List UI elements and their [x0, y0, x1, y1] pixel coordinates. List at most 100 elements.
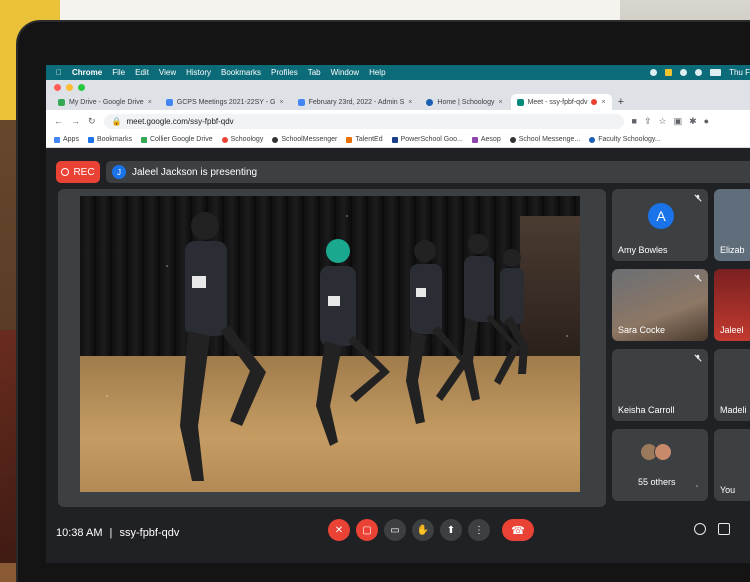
participant-name: Amy Bowles [618, 245, 668, 255]
menu-profiles[interactable]: Profiles [271, 68, 298, 77]
participant-tile[interactable]: A Amy Bowles [612, 189, 708, 261]
bookmark-collier-drive[interactable]: Collier Google Drive [140, 136, 213, 143]
tab-label: Meet - ssy-fpbf-qdv [527, 98, 588, 106]
bookmark-apps[interactable]: Apps [54, 136, 79, 143]
omnibox[interactable]: 🔒 meet.google.com/ssy-fpbf-qdv [103, 113, 624, 129]
chrome-tab-strip: My Drive - Google Drive × GCPS Meetings 2… [46, 80, 750, 110]
battery-icon[interactable] [710, 69, 722, 76]
tab-label: My Drive - Google Drive [69, 98, 144, 106]
bookmark-label: PowerSchool Goo... [400, 136, 463, 143]
notes-status-icon[interactable] [665, 69, 673, 76]
menu-tab[interactable]: Tab [308, 68, 321, 77]
camera-off-icon: ▢ [362, 524, 372, 536]
extensions-puzzle-icon[interactable]: ✱ [689, 116, 697, 127]
bookmark-schoolmessenger[interactable]: SchoolMessenger [272, 136, 337, 143]
presenting-text: Jaleel Jackson is presenting [132, 166, 258, 178]
captions-button[interactable]: ▭ [384, 519, 406, 541]
status-icons: Thu F [650, 68, 750, 77]
close-tab-icon[interactable]: × [601, 99, 605, 106]
menu-help[interactable]: Help [369, 68, 385, 77]
forward-icon[interactable]: → [71, 116, 80, 126]
more-options-button[interactable]: ⋮ [468, 519, 490, 541]
close-window-icon[interactable] [54, 84, 61, 91]
dancers-illustration [180, 212, 528, 481]
participant-name: Sara Cocke [618, 325, 666, 335]
menu-history[interactable]: History [186, 68, 211, 77]
menu-bookmarks[interactable]: Bookmarks [221, 68, 261, 77]
meet-control-bar: 10:38 AM | ssy-fpbf-qdv ✕ ▢ ▭ ✋ ⬆ ⋮ ☎ [46, 509, 750, 563]
tab-gcps-meetings[interactable]: GCPS Meetings 2021-22SY - G × [159, 94, 290, 110]
new-tab-button[interactable]: + [614, 94, 624, 110]
apps-grid-icon [54, 136, 60, 143]
captions-icon: ▭ [390, 524, 400, 536]
menu-view[interactable]: View [159, 68, 176, 77]
bookmark-aesop[interactable]: Aesop [471, 136, 501, 143]
others-tile[interactable]: 55 others [612, 429, 708, 501]
mic-off-button[interactable]: ✕ [328, 519, 350, 541]
bookmark-label: SchoolMessenger [281, 136, 338, 143]
close-tab-icon[interactable]: × [279, 99, 283, 106]
menu-window[interactable]: Window [331, 68, 359, 77]
recording-badge[interactable]: REC [56, 161, 100, 183]
meeting-code[interactable]: ssy-fpbf-qdv [119, 527, 179, 539]
bookmark-school-messenger[interactable]: School Messenge... [509, 136, 580, 143]
apple-icon[interactable]:  [56, 68, 62, 77]
shared-video[interactable] [80, 196, 580, 492]
back-icon[interactable]: ← [54, 116, 63, 126]
schoolmessenger-icon [509, 136, 516, 143]
info-icon[interactable] [694, 523, 706, 535]
menu-file[interactable]: File [112, 68, 125, 77]
bookmark-talented[interactable]: TalentEd [346, 136, 383, 143]
close-tab-icon[interactable]: × [498, 99, 502, 106]
drive-icon [58, 98, 65, 106]
mac-menubar:  Chrome File Edit View History Bookmark… [46, 65, 750, 80]
rec-label: REC [73, 166, 95, 178]
tab-label: Home | Schoology [437, 98, 495, 106]
maximize-window-icon[interactable] [78, 84, 85, 91]
participant-tile[interactable]: Sara Cocke [612, 269, 708, 341]
url-text: meet.google.com/ssy-fpbf-qdv [126, 116, 234, 126]
wifi-icon[interactable] [695, 69, 703, 76]
menu-chrome[interactable]: Chrome [72, 68, 102, 77]
leave-call-button[interactable]: ☎ [502, 519, 534, 541]
presentation-banner: J Jaleel Jackson is presenting [106, 161, 750, 183]
tab-google-drive[interactable]: My Drive - Google Drive × [52, 94, 158, 110]
raise-hand-button[interactable]: ✋ [412, 519, 434, 541]
google-status-icon[interactable] [650, 69, 658, 76]
share-icon[interactable]: ⇪ [644, 116, 652, 127]
schoology-icon [589, 136, 596, 143]
self-tile[interactable]: You [714, 429, 750, 501]
tab-february-admin[interactable]: February 23rd, 2022 - Admin S × [291, 94, 419, 110]
bookmark-label: Aesop [480, 136, 501, 143]
present-icon: ⬆ [446, 524, 456, 536]
close-tab-icon[interactable]: × [148, 99, 152, 106]
people-icon[interactable] [718, 523, 730, 535]
menubar-clock[interactable]: Thu F [729, 68, 750, 77]
address-bar-row: ← → ↻ 🔒 meet.google.com/ssy-fpbf-qdv ■ ⇪… [46, 110, 750, 132]
bookmark-bookmarks[interactable]: Bookmarks [87, 136, 132, 143]
tab-schoology[interactable]: Home | Schoology × [420, 94, 509, 110]
reload-icon[interactable]: ↻ [88, 116, 96, 127]
participant-tile[interactable]: Keisha Carroll [612, 349, 708, 421]
present-button[interactable]: ⬆ [440, 519, 462, 541]
bookmark-powerschool[interactable]: PowerSchool Goo... [391, 136, 463, 143]
bookmark-faculty-schoology[interactable]: Faculty Schoology... [589, 136, 661, 143]
profile-icon[interactable]: ● [704, 116, 709, 127]
bookmark-schoology[interactable]: Schoology [221, 136, 263, 143]
star-icon[interactable]: ☆ [659, 116, 667, 127]
participant-tile[interactable]: Jaleel [714, 269, 750, 341]
minimize-window-icon[interactable] [66, 84, 73, 91]
tab-meet[interactable]: Meet - ssy-fpbf-qdv × [510, 94, 612, 110]
camera-icon[interactable]: ■ [632, 116, 637, 127]
participant-tile[interactable]: Madeli [714, 349, 750, 421]
screen-dust [166, 265, 168, 267]
record-icon [61, 168, 70, 176]
schoology-icon [426, 98, 434, 106]
bookmark-label: Bookmarks [96, 136, 132, 143]
camera-off-button[interactable]: ▢ [356, 519, 378, 541]
clock-status-icon[interactable] [680, 69, 688, 76]
extension-icon[interactable]: ▣ [674, 116, 683, 127]
close-tab-icon[interactable]: × [408, 99, 412, 106]
participant-tile[interactable]: Elizab [714, 189, 750, 261]
menu-edit[interactable]: Edit [135, 68, 149, 77]
